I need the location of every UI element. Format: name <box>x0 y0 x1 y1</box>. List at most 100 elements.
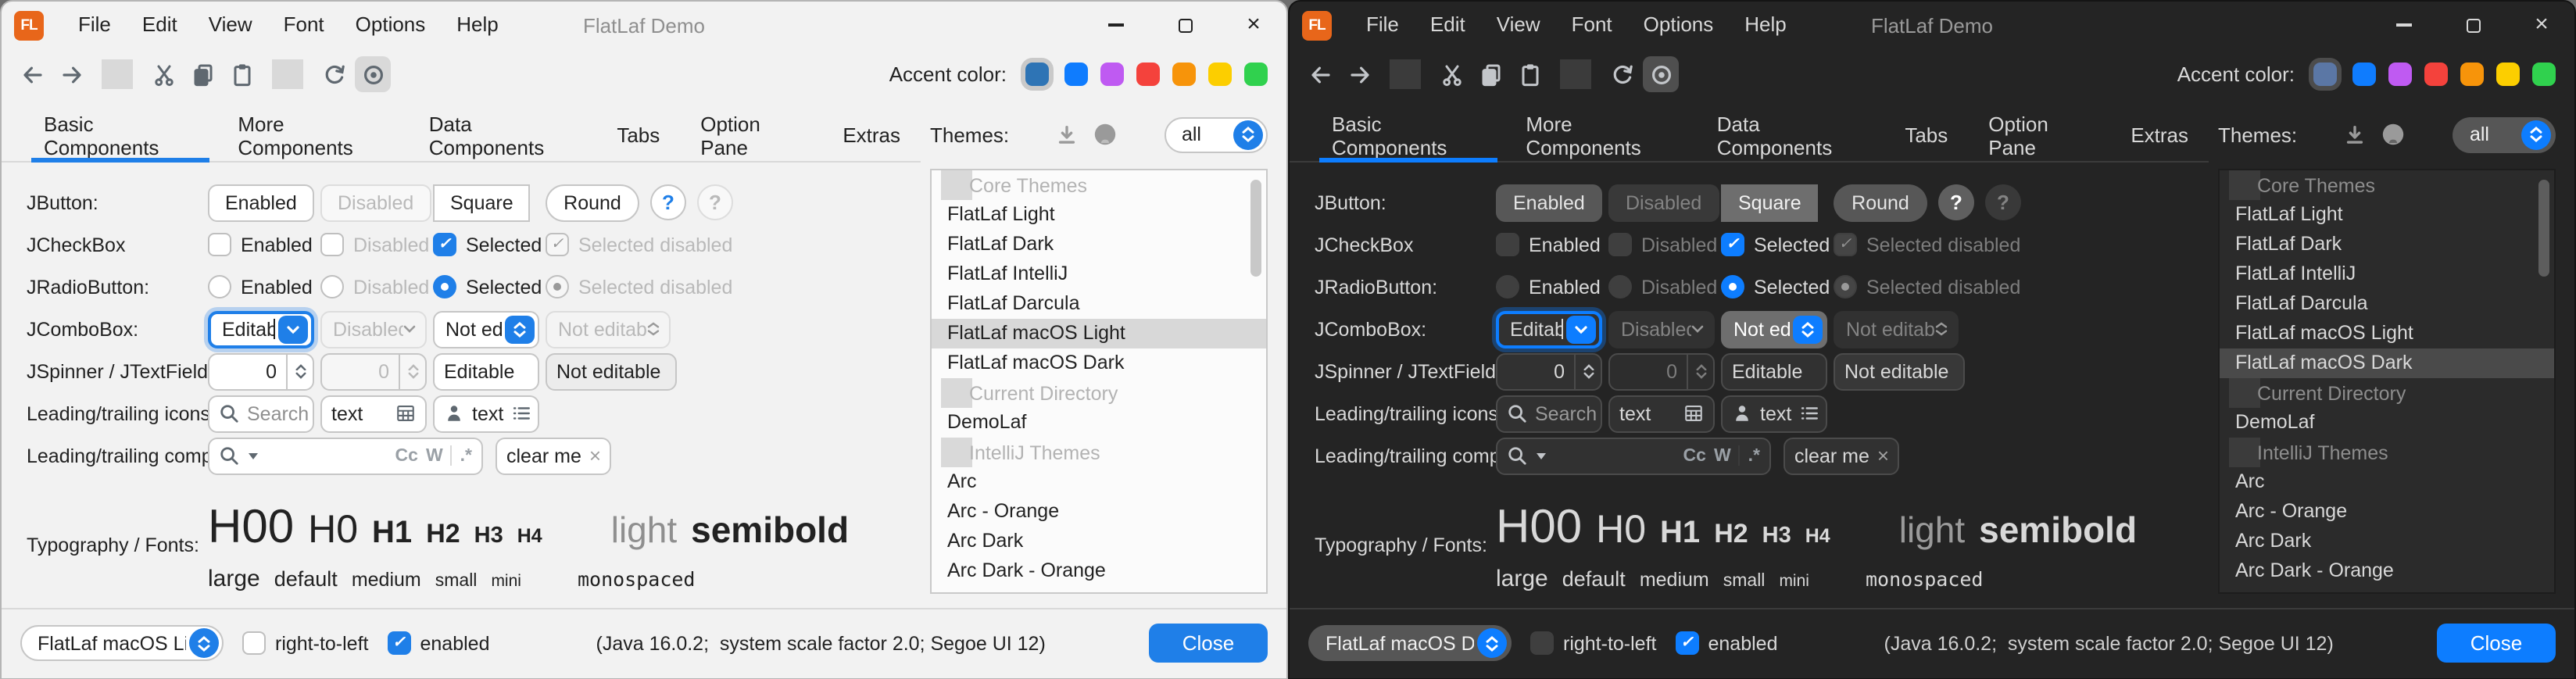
menu-view[interactable]: View <box>1481 2 1556 48</box>
minimize-button[interactable] <box>1105 14 1127 36</box>
whole-word-toggle[interactable]: W <box>426 446 443 465</box>
checkbox-enabled[interactable]: Enabled <box>1496 233 1601 256</box>
theme-item[interactable]: FlatLaf Dark <box>2220 230 2554 259</box>
combobox-not-editable[interactable]: Not editable <box>433 310 539 348</box>
calendar-icon[interactable] <box>1683 403 1704 423</box>
tab-data-components[interactable]: Data Components <box>1697 109 1885 161</box>
radio-enabled[interactable]: Enabled <box>1496 275 1601 298</box>
checkbox-enabled[interactable]: Enabled <box>208 233 313 256</box>
menu-options[interactable]: Options <box>340 2 442 48</box>
square-button[interactable]: Square <box>1721 184 1819 221</box>
accent-swatch-3[interactable] <box>2388 63 2412 86</box>
chevron-up-down-icon[interactable] <box>189 628 219 658</box>
download-icon[interactable] <box>1056 123 1079 146</box>
accent-swatch-6[interactable] <box>1208 63 1232 86</box>
chevron-up-down-icon[interactable] <box>1477 628 1507 658</box>
theme-item[interactable]: Arc - Orange <box>932 497 1266 527</box>
enabled-checkbox[interactable]: enabled <box>388 631 490 655</box>
menu-list-icon[interactable] <box>511 403 531 423</box>
chevron-down-icon[interactable] <box>1566 315 1596 343</box>
clearable-input[interactable]: clear me× <box>1784 437 1899 474</box>
theme-item[interactable]: Arc Dark - Orange <box>932 556 1266 586</box>
look-and-feel-combobox[interactable]: FlatLaf macOS Li... <box>20 625 224 661</box>
theme-item[interactable]: FlatLaf Light <box>932 200 1266 230</box>
accent-swatch-4[interactable] <box>1136 63 1160 86</box>
square-button[interactable]: Square <box>433 184 531 221</box>
whole-word-toggle[interactable]: W <box>1714 446 1731 465</box>
tab-option-pane[interactable]: Option Pane <box>680 109 822 161</box>
menu-view[interactable]: View <box>193 2 268 48</box>
regex-toggle[interactable]: .* <box>1748 446 1760 465</box>
theme-item[interactable]: Carbon <box>932 586 1266 594</box>
radio-selected[interactable]: Selected <box>433 275 542 298</box>
paste-button[interactable] <box>224 56 259 92</box>
theme-item[interactable]: FlatLaf macOS Light <box>932 319 1266 348</box>
clear-x-icon[interactable]: × <box>589 444 601 467</box>
match-case-toggle[interactable]: Cc <box>395 446 418 465</box>
spinner-arrows-icon[interactable] <box>1574 354 1601 388</box>
minimize-button[interactable] <box>2393 14 2415 36</box>
maximize-button[interactable] <box>2462 14 2484 36</box>
close-window-button[interactable]: × <box>1243 14 1265 36</box>
menu-list-icon[interactable] <box>1799 403 1819 423</box>
theme-item[interactable]: FlatLaf Dark <box>932 230 1266 259</box>
combobox-not-editable[interactable]: Not editable <box>1721 310 1827 348</box>
menu-file[interactable]: File <box>63 2 127 48</box>
close-window-button[interactable]: × <box>2531 14 2553 36</box>
enabled-checkbox[interactable]: enabled <box>1676 631 1778 655</box>
date-input[interactable]: text <box>320 395 427 432</box>
back-button[interactable] <box>14 56 50 92</box>
search-input[interactable]: Search <box>1496 395 1602 432</box>
themes-filter-combobox[interactable]: all <box>1165 116 1268 152</box>
menu-options[interactable]: Options <box>1628 2 1730 48</box>
tab-option-pane[interactable]: Option Pane <box>1968 109 2110 161</box>
copy-button[interactable] <box>184 56 220 92</box>
back-button[interactable] <box>1302 56 1338 92</box>
copy-button[interactable] <box>1472 56 1508 92</box>
spinner[interactable]: 0 <box>1496 352 1602 390</box>
clearable-input[interactable]: clear me× <box>496 437 611 474</box>
radio-enabled[interactable]: Enabled <box>208 275 313 298</box>
tab-extras[interactable]: Extras <box>822 109 921 161</box>
maximize-button[interactable] <box>1174 14 1196 36</box>
titlebar[interactable]: FL FileEditViewFontOptionsHelp FlatLaf D… <box>1290 2 2574 48</box>
help-button[interactable]: ? <box>650 184 686 220</box>
forward-button[interactable] <box>53 56 89 92</box>
theme-item[interactable]: Arc <box>2220 467 2554 497</box>
combobox-editable[interactable]: Editable <box>208 310 314 348</box>
chevron-up-down-icon[interactable] <box>1793 315 1823 343</box>
themes-list[interactable]: Core ThemesFlatLaf LightFlatLaf DarkFlat… <box>2218 169 2556 594</box>
chevron-up-down-icon[interactable] <box>505 315 535 343</box>
clear-x-icon[interactable]: × <box>1877 444 1889 467</box>
chevron-down-icon[interactable] <box>1537 452 1546 459</box>
spinner-arrows-icon[interactable] <box>286 354 313 388</box>
textfield-editable[interactable]: Editable <box>1721 352 1827 390</box>
checkbox-selected[interactable]: Selected <box>1721 233 1830 256</box>
theme-item[interactable]: Carbon <box>2220 586 2554 594</box>
theme-item[interactable]: FlatLaf Darcula <box>932 289 1266 319</box>
github-icon[interactable] <box>1093 122 1118 147</box>
round-button[interactable]: Round <box>1834 184 1927 221</box>
user-input[interactable]: text <box>433 395 539 432</box>
tab-more-components[interactable]: More Components <box>1505 109 1696 161</box>
accent-swatch-5[interactable] <box>2460 63 2484 86</box>
close-button[interactable]: Close <box>2437 624 2556 663</box>
search-input[interactable]: Search <box>208 395 314 432</box>
menu-edit[interactable]: Edit <box>1415 2 1481 48</box>
download-icon[interactable] <box>2344 123 2367 146</box>
theme-item[interactable]: Arc Dark <box>2220 527 2554 556</box>
theme-item[interactable]: Arc Dark - Orange <box>2220 556 2554 586</box>
theme-item[interactable]: DemoLaf <box>2220 408 2554 438</box>
theme-item[interactable]: FlatLaf IntelliJ <box>2220 259 2554 289</box>
refresh-button[interactable] <box>316 56 352 92</box>
paste-button[interactable] <box>1512 56 1547 92</box>
accent-swatch-5[interactable] <box>1172 63 1196 86</box>
accent-swatch-4[interactable] <box>2424 63 2448 86</box>
tab-basic-components[interactable]: Basic Components <box>1311 109 1505 161</box>
accent-swatch-7[interactable] <box>2532 63 2556 86</box>
chevron-up-down-icon[interactable] <box>2521 120 2551 149</box>
calendar-icon[interactable] <box>395 403 416 423</box>
match-case-toggle[interactable]: Cc <box>1683 446 1706 465</box>
date-input[interactable]: text <box>1608 395 1715 432</box>
menu-file[interactable]: File <box>1351 2 1415 48</box>
